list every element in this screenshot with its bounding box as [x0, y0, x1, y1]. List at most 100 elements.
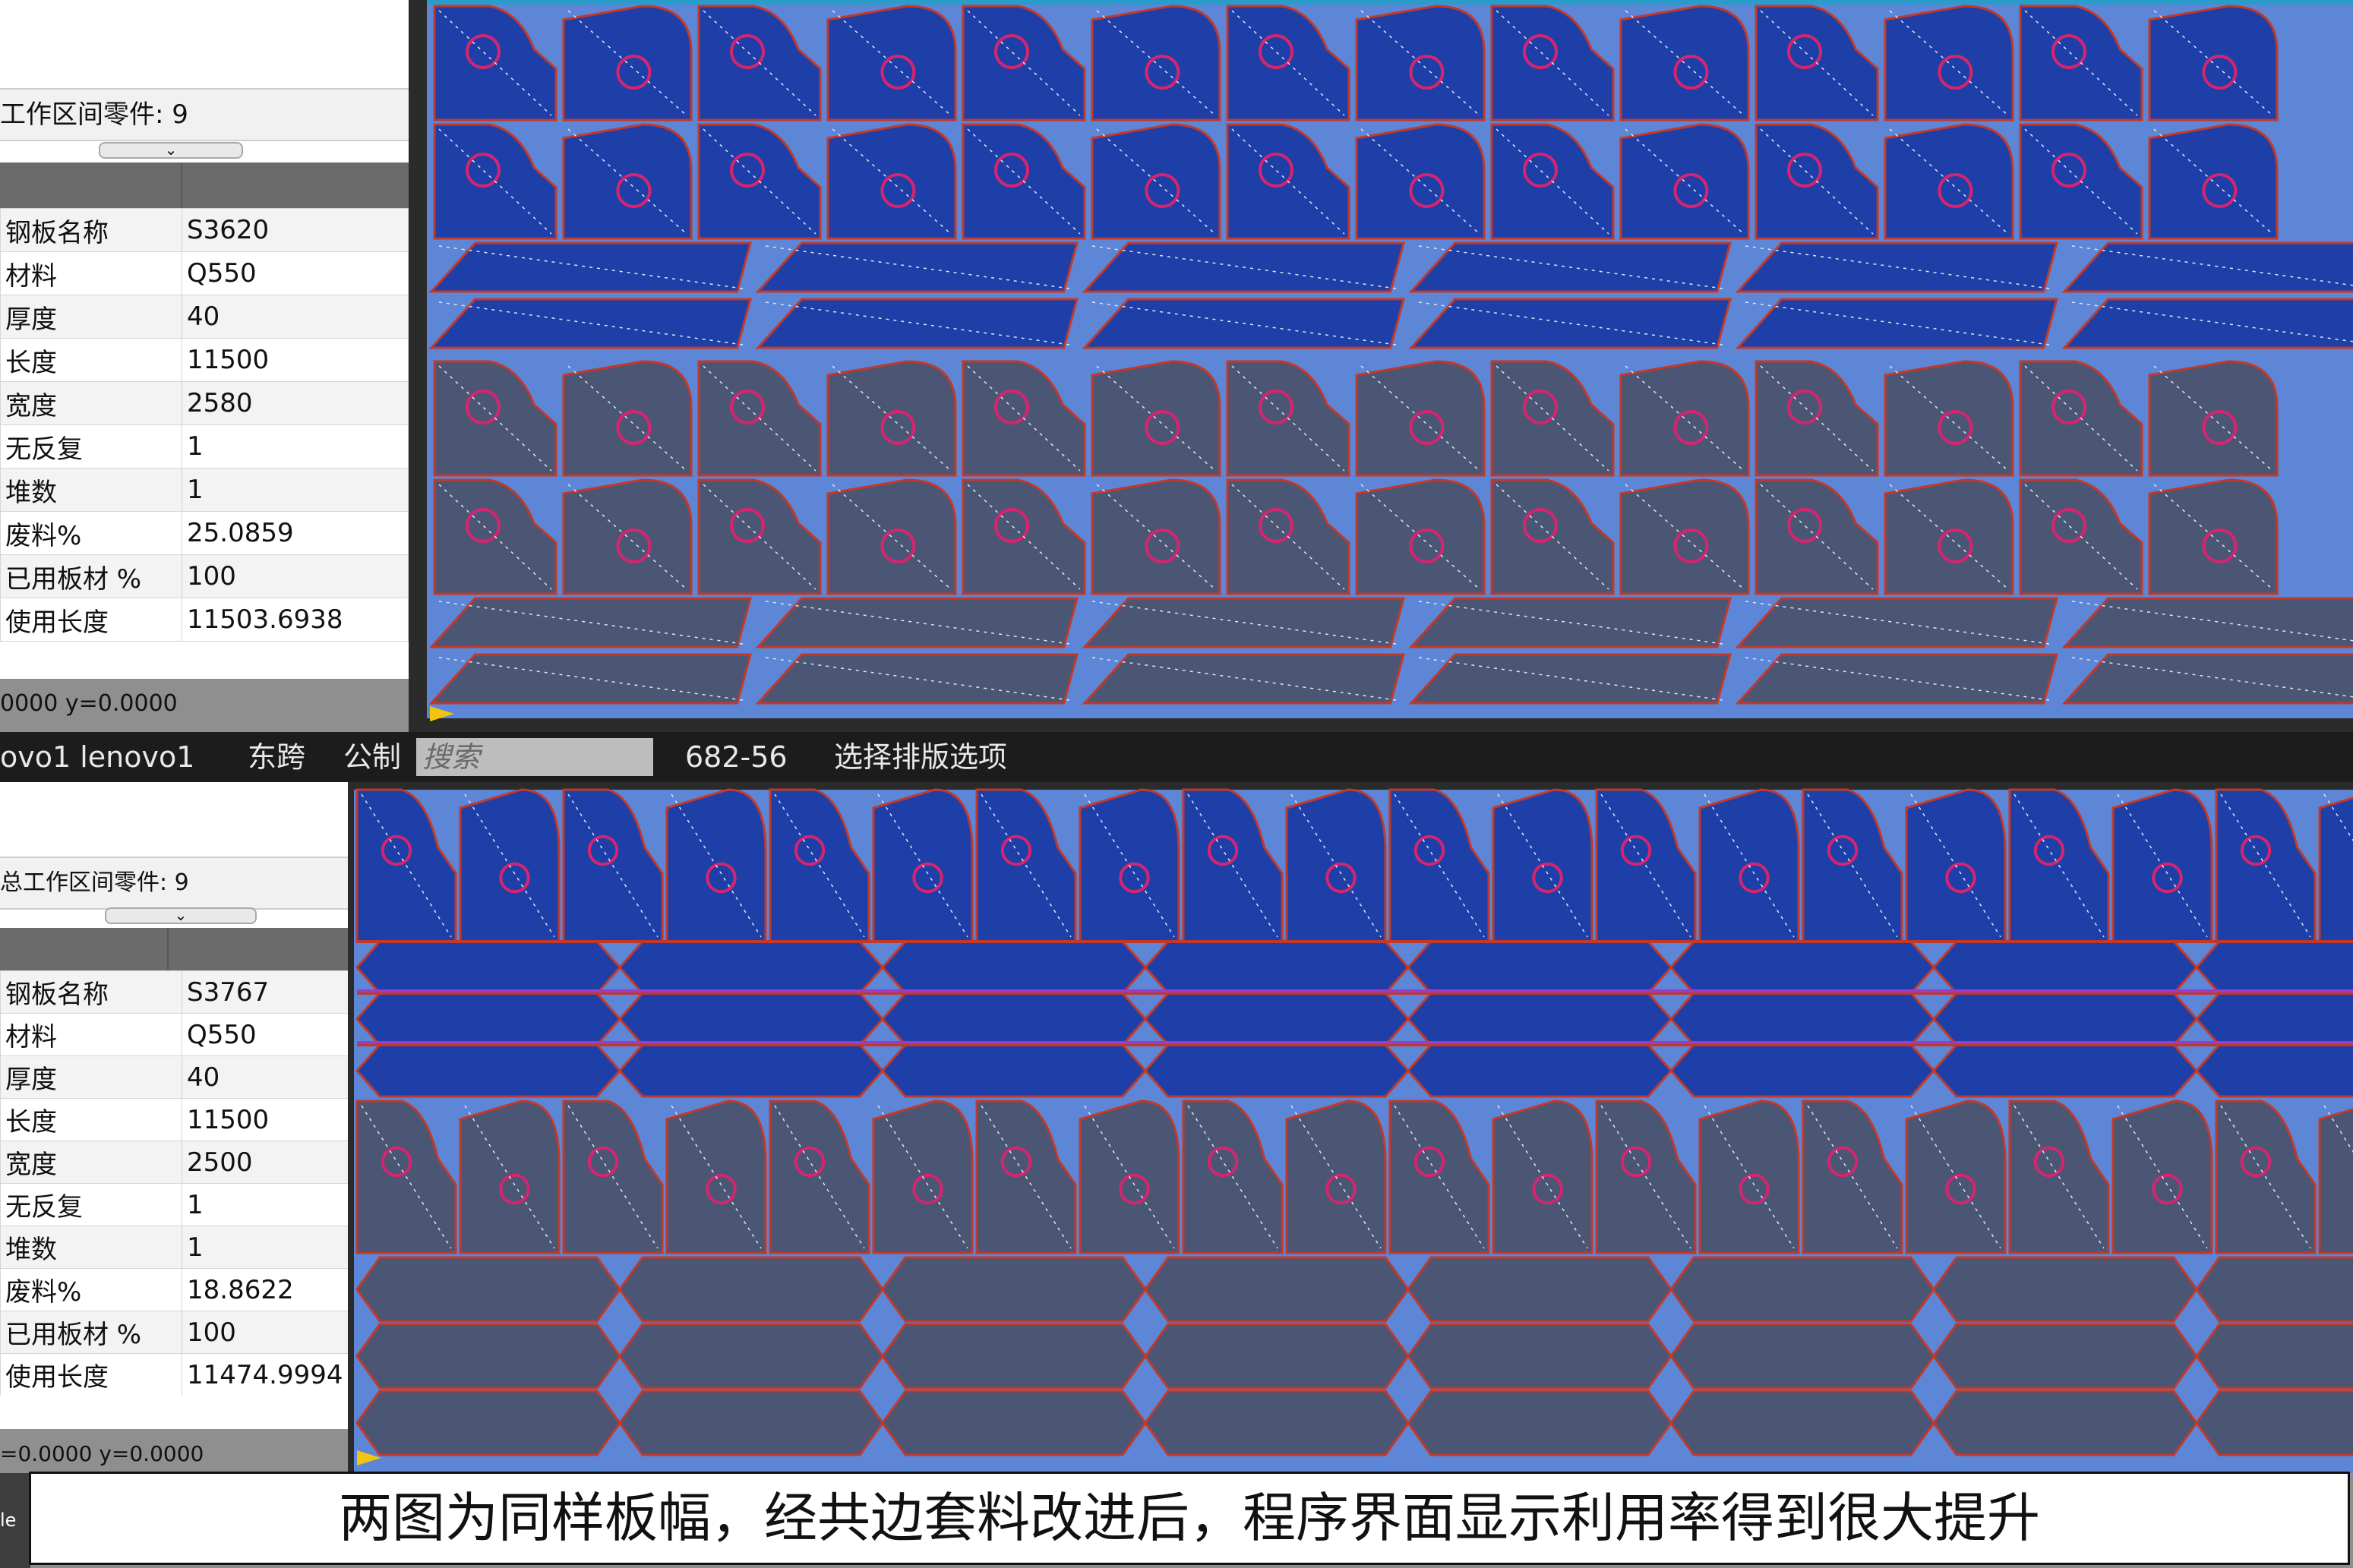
top-grid-header — [0, 162, 409, 208]
nested-strip — [355, 1323, 621, 1390]
part-hole — [587, 1146, 619, 1178]
nested-strip — [1669, 1390, 1935, 1456]
nested-strip — [2194, 1043, 2353, 1098]
property-row: 已用板材 % 100 — [0, 554, 409, 598]
nested-strip — [880, 1043, 1148, 1098]
property-row: 长度 11500 — [0, 338, 409, 382]
nested-strip — [617, 1043, 885, 1098]
part-hole — [1938, 173, 1973, 208]
part-hole — [2152, 1173, 2183, 1205]
nested-part — [2318, 1108, 2353, 1254]
property-row: 厚度 40 — [0, 295, 409, 339]
property-row: 宽度 2580 — [0, 381, 409, 425]
property-value[interactable]: 100 — [182, 554, 409, 598]
part-hole — [1673, 528, 1709, 563]
part-hole — [2202, 173, 2238, 208]
part-hole — [1119, 1173, 1150, 1205]
property-value[interactable]: Q550 — [182, 251, 409, 295]
part-hole — [1207, 1146, 1239, 1178]
top-properties-table: 钢板名称 S3620 材料 Q550 厚度 40 长度 11500 宽度 2580 无反复 1 堆数 1 废… — [0, 208, 409, 642]
part-hole — [912, 1173, 943, 1205]
nested-strip — [1406, 940, 1673, 995]
nested-strip — [881, 1390, 1147, 1456]
nested-strip — [2195, 1390, 2353, 1456]
nested-strip — [2195, 1256, 2353, 1323]
search-input[interactable]: 搜索 — [416, 738, 653, 776]
property-name: 厚度 — [0, 295, 182, 339]
nested-strip — [1407, 1390, 1672, 1456]
nested-strip — [1143, 940, 1410, 995]
nested-strip — [1932, 1390, 2198, 1456]
bottom-collapse-toggle[interactable]: ⌄ — [105, 907, 257, 924]
part-hole — [1409, 55, 1445, 90]
nested-part — [2318, 797, 2353, 943]
property-row: 无反复 1 — [0, 1183, 409, 1226]
top-panel-filler — [0, 642, 409, 679]
top-nesting-canvas[interactable] — [409, 0, 2353, 732]
property-name: 钢板名称 — [0, 208, 182, 252]
nested-strip — [1406, 1043, 1673, 1098]
part-hole — [1413, 834, 1445, 866]
part-hole — [1119, 862, 1150, 894]
top-collapse-toggle[interactable]: ⌄ — [99, 142, 243, 159]
property-value[interactable]: 11503.6938 — [182, 598, 409, 642]
property-value[interactable]: S3620 — [182, 208, 409, 252]
nested-strip — [618, 1256, 884, 1323]
status-timezone: 东跨 — [248, 740, 306, 774]
nested-strip — [1407, 1323, 1672, 1390]
nested-strip — [355, 1390, 621, 1456]
nest-option-button[interactable]: 选择排版选项 — [834, 732, 1007, 782]
property-name: 长度 — [0, 1098, 182, 1141]
nested-strip — [617, 940, 885, 995]
nested-strip — [2061, 597, 2353, 648]
part-hole — [912, 862, 943, 894]
part-hole — [1739, 1173, 1770, 1205]
property-value[interactable]: 11500 — [182, 338, 409, 382]
property-row: 厚度 40 — [0, 1055, 409, 1099]
property-value[interactable]: 1 — [182, 468, 409, 512]
nested-strip — [1143, 992, 1410, 1046]
part-hole — [1945, 862, 1976, 894]
part-hole — [381, 1146, 412, 1178]
status-units[interactable]: 公制 — [343, 732, 401, 782]
part-hole — [1938, 55, 1973, 90]
property-name: 材料 — [0, 1013, 182, 1056]
part-hole — [616, 55, 652, 90]
property-name: 已用板材 % — [0, 554, 182, 598]
part-hole — [1938, 410, 1973, 445]
nested-strip — [2061, 298, 2353, 349]
property-name: 钢板名称 — [0, 970, 182, 1014]
bottom-nesting-canvas[interactable] — [348, 782, 2353, 1473]
nested-strip — [880, 940, 1148, 995]
part-hole — [2202, 55, 2238, 90]
property-row: 钢板名称 S3620 — [0, 208, 409, 252]
property-name: 堆数 — [0, 1226, 182, 1269]
property-value[interactable]: 40 — [182, 295, 409, 339]
property-row: 堆数 1 — [0, 1226, 409, 1269]
property-value[interactable]: 1 — [182, 424, 409, 469]
property-value[interactable]: 25.0859 — [182, 511, 409, 555]
nested-strip — [355, 1256, 621, 1323]
property-name: 使用长度 — [0, 1353, 182, 1396]
part-hole — [2152, 862, 2183, 894]
nested-strip — [1669, 1256, 1935, 1323]
nested-strip — [618, 1323, 884, 1390]
nested-strip — [355, 940, 622, 995]
part-hole — [880, 173, 916, 208]
nested-strip — [2194, 940, 2353, 995]
property-row: 使用长度 11503.6938 — [0, 598, 409, 642]
property-row: 堆数 1 — [0, 468, 409, 512]
property-row: 材料 Q550 — [0, 251, 409, 295]
part-hole — [2240, 834, 2272, 866]
part-hole — [1207, 834, 1239, 866]
property-row: 使用长度 11474.9994 — [0, 1353, 409, 1396]
part-hole — [1325, 862, 1357, 894]
chevron-down-icon: ⌄ — [164, 140, 178, 159]
property-name: 无反复 — [0, 1183, 182, 1226]
nested-strip — [881, 1256, 1147, 1323]
part-hole — [1409, 173, 1445, 208]
part-hole — [706, 1173, 737, 1205]
nested-strip — [1669, 1323, 1935, 1390]
part-hole — [880, 55, 916, 90]
property-value[interactable]: 2580 — [182, 381, 409, 425]
